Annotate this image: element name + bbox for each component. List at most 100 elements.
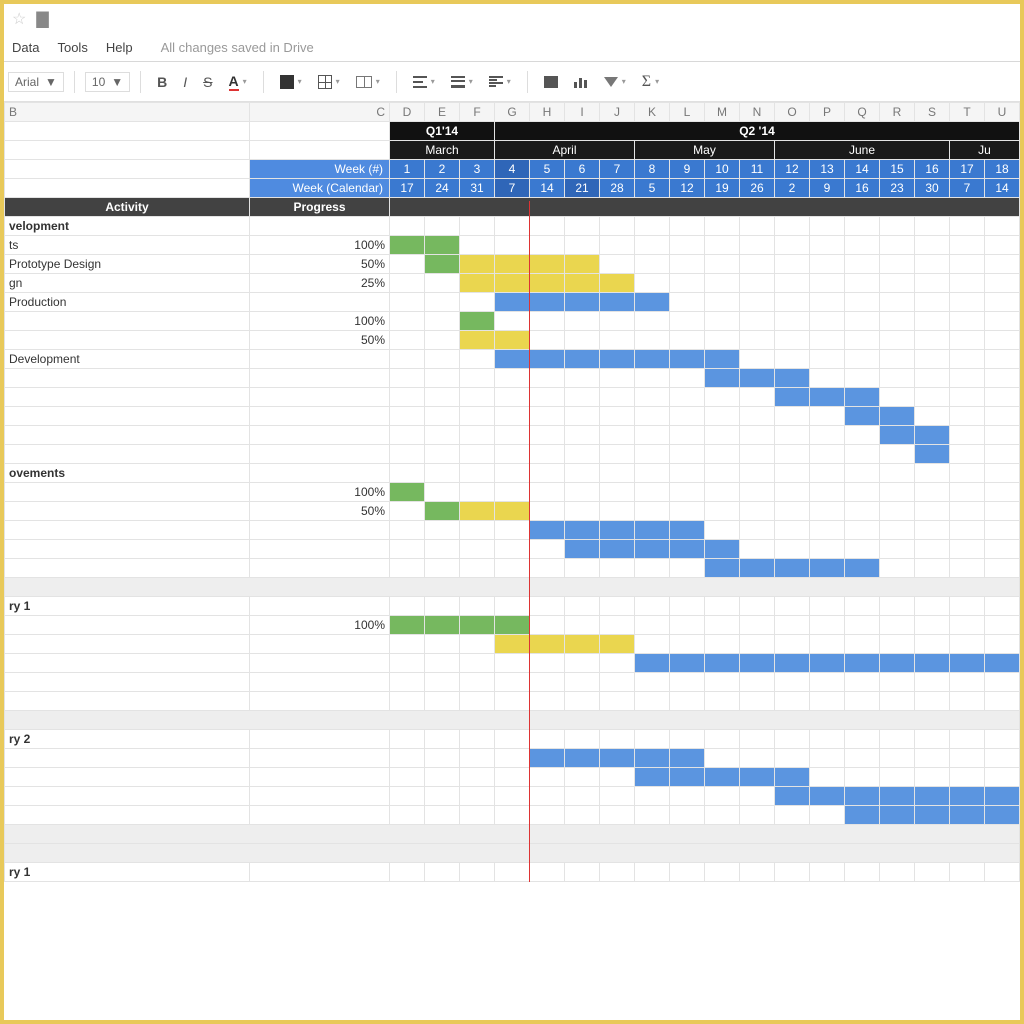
table-row[interactable] xyxy=(5,825,1020,844)
star-icon[interactable]: ☆ xyxy=(12,9,26,29)
gantt-cell[interactable] xyxy=(880,730,915,749)
table-row[interactable]: ts100% xyxy=(5,236,1020,255)
gantt-cell[interactable] xyxy=(565,521,600,540)
gantt-cell[interactable] xyxy=(390,274,425,293)
activity-cell[interactable]: ry 1 xyxy=(5,597,250,616)
gantt-cell[interactable] xyxy=(530,540,565,559)
gantt-cell[interactable] xyxy=(810,464,845,483)
activity-cell[interactable] xyxy=(5,331,250,350)
gantt-cell[interactable] xyxy=(460,236,495,255)
gantt-cell[interactable] xyxy=(390,749,425,768)
gantt-cell[interactable] xyxy=(635,331,670,350)
gantt-cell[interactable] xyxy=(880,768,915,787)
gantt-cell[interactable] xyxy=(880,350,915,369)
gantt-cell[interactable] xyxy=(600,521,635,540)
gantt-cell[interactable] xyxy=(635,806,670,825)
gantt-cell[interactable] xyxy=(670,483,705,502)
gantt-cell[interactable] xyxy=(425,312,460,331)
gantt-cell[interactable] xyxy=(600,255,635,274)
gantt-cell[interactable] xyxy=(810,787,845,806)
gantt-cell[interactable] xyxy=(425,806,460,825)
gantt-cell[interactable] xyxy=(390,863,425,882)
progress-cell[interactable] xyxy=(250,749,390,768)
progress-cell[interactable] xyxy=(250,426,390,445)
gantt-cell[interactable] xyxy=(740,730,775,749)
gantt-cell[interactable] xyxy=(810,407,845,426)
activity-cell[interactable] xyxy=(5,521,250,540)
gantt-cell[interactable] xyxy=(775,635,810,654)
gantt-cell[interactable] xyxy=(530,730,565,749)
borders-button[interactable]: ▾ xyxy=(312,71,346,93)
gantt-cell[interactable] xyxy=(600,407,635,426)
gantt-cell[interactable] xyxy=(530,426,565,445)
table-row[interactable] xyxy=(5,445,1020,464)
table-row[interactable]: Production xyxy=(5,293,1020,312)
activity-cell[interactable] xyxy=(5,559,250,578)
gantt-cell[interactable] xyxy=(495,464,530,483)
gantt-cell[interactable] xyxy=(705,369,740,388)
gantt-cell[interactable] xyxy=(495,521,530,540)
activity-cell[interactable] xyxy=(5,768,250,787)
gantt-cell[interactable] xyxy=(880,217,915,236)
gantt-cell[interactable] xyxy=(985,464,1020,483)
gantt-cell[interactable] xyxy=(845,236,880,255)
gantt-cell[interactable] xyxy=(775,312,810,331)
gantt-cell[interactable] xyxy=(670,350,705,369)
gantt-cell[interactable] xyxy=(670,217,705,236)
gantt-cell[interactable] xyxy=(950,426,985,445)
gantt-cell[interactable] xyxy=(495,806,530,825)
gantt-cell[interactable] xyxy=(495,616,530,635)
gantt-cell[interactable] xyxy=(460,407,495,426)
progress-header[interactable]: Progress xyxy=(250,198,390,217)
gantt-cell[interactable] xyxy=(600,730,635,749)
progress-cell[interactable]: 100% xyxy=(250,312,390,331)
gantt-cell[interactable] xyxy=(390,388,425,407)
table-row[interactable] xyxy=(5,521,1020,540)
gantt-cell[interactable] xyxy=(600,863,635,882)
gantt-cell[interactable] xyxy=(845,749,880,768)
gantt-cell[interactable] xyxy=(495,274,530,293)
gantt-cell[interactable] xyxy=(495,293,530,312)
h-align-button[interactable]: ▾ xyxy=(407,72,441,92)
col-header[interactable]: O xyxy=(775,103,810,122)
gantt-cell[interactable] xyxy=(670,654,705,673)
gantt-cell[interactable] xyxy=(915,483,950,502)
gantt-cell[interactable] xyxy=(565,806,600,825)
gantt-cell[interactable] xyxy=(950,312,985,331)
gantt-cell[interactable] xyxy=(635,445,670,464)
filter-button[interactable]: ▾ xyxy=(598,73,632,91)
gantt-cell[interactable] xyxy=(740,559,775,578)
gantt-cell[interactable] xyxy=(915,597,950,616)
progress-cell[interactable] xyxy=(250,654,390,673)
table-row[interactable] xyxy=(5,692,1020,711)
gantt-cell[interactable] xyxy=(425,483,460,502)
table-row[interactable]: ry 2 xyxy=(5,730,1020,749)
gantt-cell[interactable] xyxy=(915,312,950,331)
gantt-cell[interactable] xyxy=(985,350,1020,369)
month-june[interactable]: June xyxy=(775,141,950,160)
progress-cell[interactable] xyxy=(250,730,390,749)
gantt-cell[interactable] xyxy=(425,502,460,521)
gantt-cell[interactable] xyxy=(600,559,635,578)
wrap-button[interactable]: ▾ xyxy=(483,72,517,92)
gantt-cell[interactable] xyxy=(705,312,740,331)
gantt-cell[interactable] xyxy=(845,464,880,483)
gantt-cell[interactable] xyxy=(880,331,915,350)
gantt-cell[interactable] xyxy=(390,806,425,825)
gantt-cell[interactable] xyxy=(600,597,635,616)
gantt-cell[interactable] xyxy=(635,749,670,768)
col-header[interactable]: N xyxy=(740,103,775,122)
gantt-cell[interactable] xyxy=(810,369,845,388)
gantt-cell[interactable] xyxy=(565,730,600,749)
progress-cell[interactable] xyxy=(250,464,390,483)
progress-cell[interactable] xyxy=(250,350,390,369)
gantt-cell[interactable] xyxy=(705,236,740,255)
gantt-cell[interactable] xyxy=(390,312,425,331)
gantt-cell[interactable] xyxy=(880,502,915,521)
gantt-cell[interactable] xyxy=(460,559,495,578)
gantt-cell[interactable] xyxy=(775,863,810,882)
gantt-cell[interactable] xyxy=(985,616,1020,635)
gantt-cell[interactable] xyxy=(740,540,775,559)
gantt-cell[interactable] xyxy=(915,863,950,882)
gantt-cell[interactable] xyxy=(775,445,810,464)
